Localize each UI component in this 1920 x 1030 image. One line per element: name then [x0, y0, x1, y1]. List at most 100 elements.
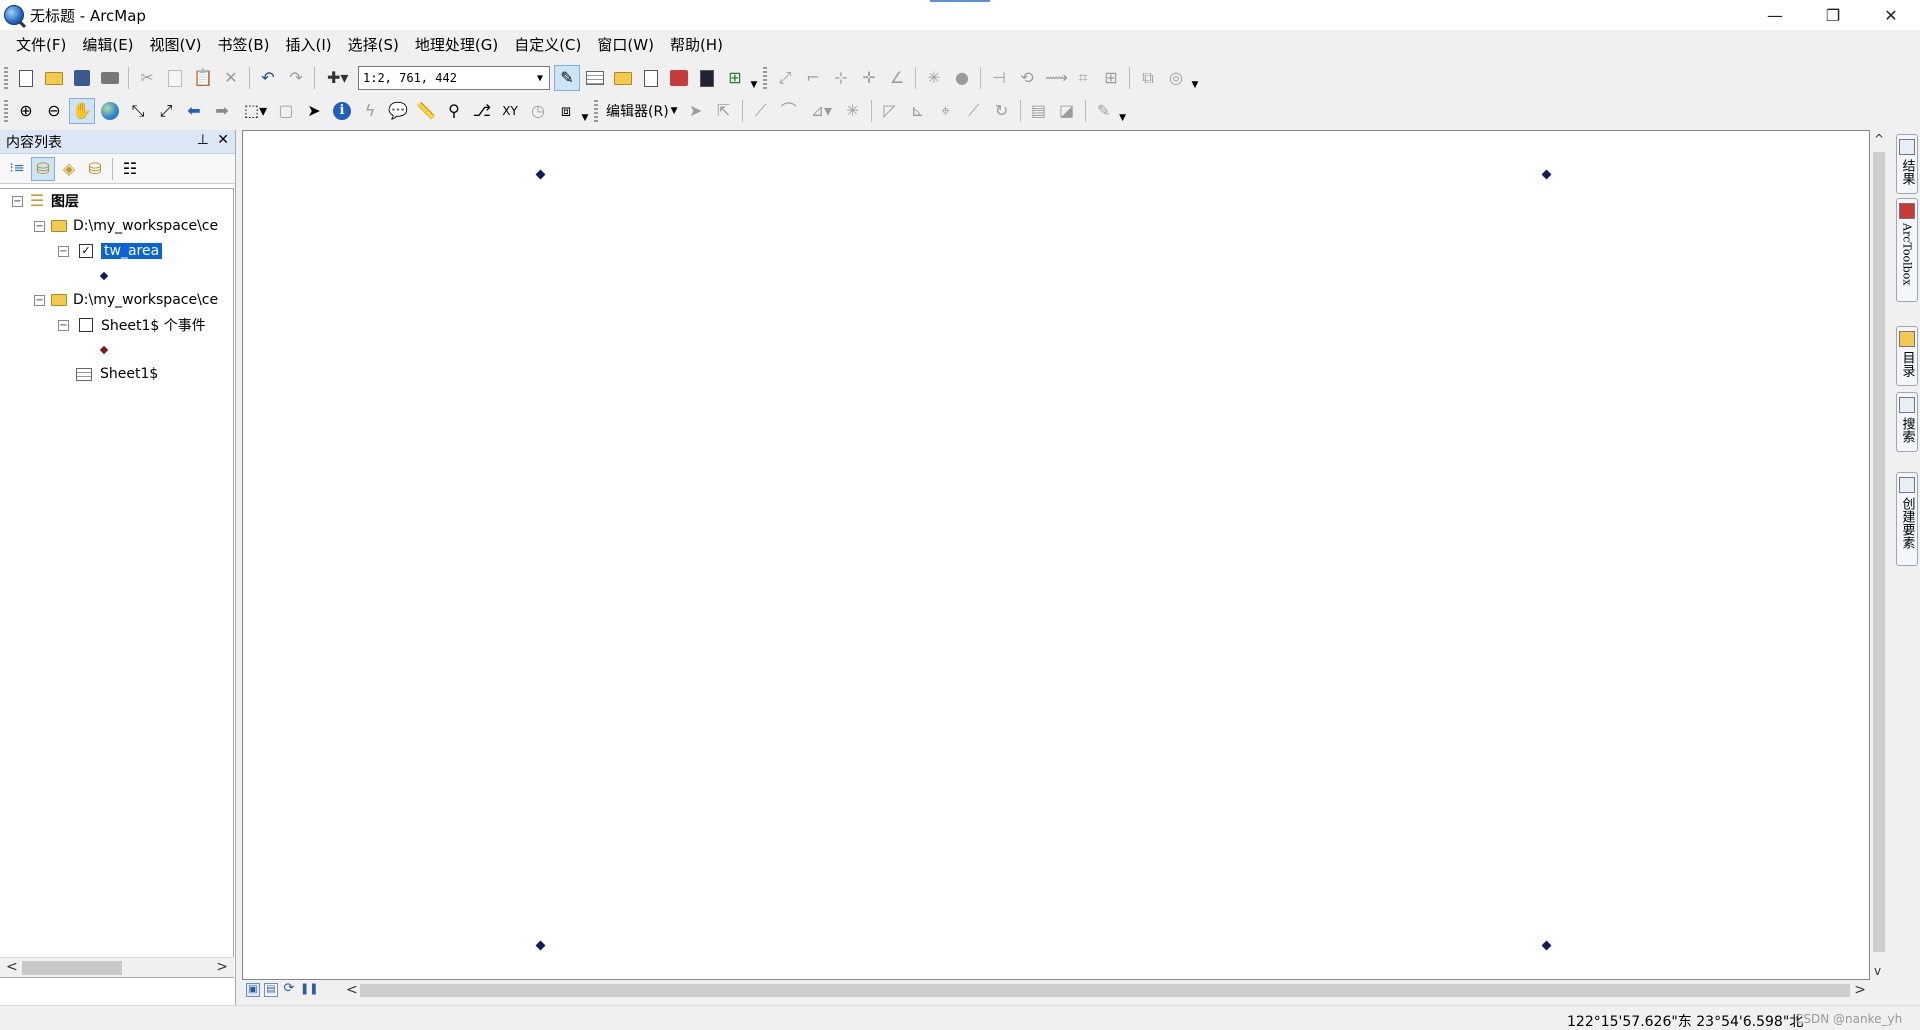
save-button[interactable]	[69, 65, 95, 91]
find-route-button[interactable]: ⎇	[469, 98, 495, 124]
scrollbar-thumb[interactable]	[360, 984, 1850, 997]
modelbuilder-button[interactable]: ⊞	[722, 65, 748, 91]
tree-row-folder-1[interactable]: − D:\my_workspace\ce	[34, 215, 218, 237]
zoom-out-button[interactable]: ⊖	[41, 98, 67, 124]
toolbar-overflow-chevron-icon[interactable]: ▼	[749, 66, 759, 90]
editor-menu-button[interactable]: 编辑器(R) ▼	[602, 99, 682, 123]
menu-edit[interactable]: 编辑(E)	[74, 33, 141, 57]
close-icon[interactable]: ✕	[217, 132, 229, 148]
scroll-right-icon[interactable]: >	[216, 959, 228, 975]
point-button[interactable]: ✳	[840, 98, 866, 124]
toc-horizontal-scrollbar[interactable]: < >	[0, 957, 234, 977]
scroll-left-icon[interactable]: <	[6, 959, 18, 975]
menu-view[interactable]: 视图(V)	[142, 33, 210, 57]
extend-button[interactable]: ⌗	[1070, 65, 1096, 91]
hyperlink-button[interactable]: ϟ	[357, 98, 383, 124]
sphere-button[interactable]: ●	[949, 65, 975, 91]
reshape-button[interactable]: ⌐	[800, 65, 826, 91]
menu-bookmarks[interactable]: 书签(B)	[210, 33, 278, 57]
layer-name-label[interactable]: Sheet1$ 个事件	[101, 315, 206, 335]
html-popup-button[interactable]: 💬	[385, 98, 411, 124]
menu-file[interactable]: 文件(F)	[8, 33, 74, 57]
union-button[interactable]: ⧉	[1135, 65, 1161, 91]
chevron-down-icon[interactable]: ▼	[531, 67, 549, 89]
table-name-label[interactable]: Sheet1$	[100, 366, 158, 382]
trace-button[interactable]: ⊿▾	[804, 98, 838, 124]
catalog-window-button[interactable]	[610, 65, 636, 91]
edit-vertices-button[interactable]: ⤢	[772, 65, 798, 91]
toolbar-grip[interactable]	[4, 100, 8, 122]
restore-button[interactable]: ❐	[1804, 0, 1862, 30]
data-view-icon[interactable]: ▣	[246, 983, 260, 997]
previous-extent-button[interactable]: ⬅	[181, 98, 207, 124]
scroll-right-icon[interactable]: >	[1854, 982, 1866, 998]
edit-tool-button[interactable]: ➤	[683, 98, 709, 124]
collapse-icon[interactable]: −	[58, 319, 69, 331]
python-window-button[interactable]	[694, 65, 720, 91]
cut-polygons-button[interactable]: ⌖	[933, 98, 959, 124]
generalize-button[interactable]: ⟲	[1014, 65, 1040, 91]
toolbar-overflow-chevron-icon[interactable]: ▼	[1118, 99, 1128, 123]
find-button[interactable]: ⚲	[441, 98, 467, 124]
go-to-xy-button[interactable]: XY	[497, 98, 523, 124]
delete-button[interactable]: ✕	[218, 65, 244, 91]
list-by-visibility-button[interactable]: ◈	[57, 157, 81, 181]
arctoolbox-window-button[interactable]	[666, 65, 692, 91]
new-document-button[interactable]	[13, 65, 39, 91]
map-point-feature[interactable]	[535, 940, 546, 951]
tree-row-sheet-table[interactable]: Sheet1$	[76, 363, 158, 385]
topology-button[interactable]: ✳	[921, 65, 947, 91]
scrollbar-thumb[interactable]	[22, 961, 122, 975]
dock-tab-catalog[interactable]: 目录	[1896, 326, 1918, 386]
tree-row-sheet-events[interactable]: − Sheet1$ 个事件	[58, 314, 206, 336]
edit-vertices-2-button[interactable]: ◸	[877, 98, 903, 124]
list-by-source-button[interactable]: ⛁	[31, 156, 55, 181]
map-scale-combobox[interactable]: 1:2, 761, 442 ▼	[358, 66, 550, 90]
copy-button[interactable]	[162, 65, 188, 91]
pin-icon[interactable]: ⊥	[197, 132, 209, 148]
collapse-icon[interactable]: −	[12, 195, 23, 207]
print-button[interactable]	[97, 65, 123, 91]
map-horizontal-scrollbar[interactable]: < >	[342, 981, 1870, 999]
pause-drawing-icon[interactable]: ❚❚	[300, 983, 318, 997]
open-button[interactable]	[41, 65, 67, 91]
clear-selection-button[interactable]: ▢	[273, 98, 299, 124]
toolbar-grip[interactable]	[594, 100, 598, 122]
toolbar-grip[interactable]	[4, 67, 8, 89]
menu-selection[interactable]: 选择(S)	[340, 33, 407, 57]
editor-toolbar-toggle[interactable]: ✎	[554, 65, 580, 91]
create-features-button[interactable]: ✎	[1091, 98, 1117, 124]
trim-button[interactable]: ⊞	[1098, 65, 1124, 91]
fixed-zoom-in-button[interactable]: ⤡	[125, 98, 151, 124]
collapse-icon[interactable]: −	[34, 294, 45, 306]
minimize-button[interactable]: —	[1746, 0, 1804, 30]
undo-button[interactable]: ↶	[255, 65, 281, 91]
tree-row-folder-2[interactable]: − D:\my_workspace\ce	[34, 289, 218, 311]
cut-button[interactable]: ✂	[134, 65, 160, 91]
attributes-button[interactable]: ▤	[1026, 98, 1052, 124]
dock-tab-results[interactable]: 结果	[1896, 134, 1918, 194]
redo-button[interactable]: ↷	[283, 65, 309, 91]
list-by-drawing-order-button[interactable]: ⁝≡	[5, 157, 29, 181]
create-viewer-window-button[interactable]: ⧈	[553, 98, 579, 124]
identify-button[interactable]: i	[329, 98, 355, 124]
split-tool-button[interactable]: ⟋	[961, 98, 987, 124]
pan-button[interactable]: ✋	[69, 98, 95, 124]
fixed-zoom-out-button[interactable]: ⤢	[153, 98, 179, 124]
scroll-left-icon[interactable]: <	[346, 982, 358, 998]
scrollbar-thumb[interactable]	[1873, 152, 1885, 952]
table-of-contents-window-button[interactable]	[582, 65, 608, 91]
menu-windows[interactable]: 窗口(W)	[589, 33, 662, 57]
menu-insert[interactable]: 插入(I)	[278, 33, 340, 57]
select-elements-button[interactable]: ➤	[301, 98, 327, 124]
rotate-tool-button[interactable]: ↻	[989, 98, 1015, 124]
paste-button[interactable]: 📋	[190, 65, 216, 91]
edit-annotation-button[interactable]: ⇱	[711, 98, 737, 124]
cut-polygon-button[interactable]: ⊹	[828, 65, 854, 91]
options-button[interactable]: ☷	[118, 157, 142, 181]
list-by-selection-button[interactable]: ⛁	[83, 157, 107, 181]
map-vertical-scrollbar[interactable]: ^ v	[1870, 130, 1888, 980]
tree-row-layers[interactable]: − ☰ 图层	[12, 190, 79, 212]
layer-visibility-checkbox[interactable]	[79, 318, 93, 332]
smooth-button[interactable]: ⟿	[1042, 65, 1068, 91]
